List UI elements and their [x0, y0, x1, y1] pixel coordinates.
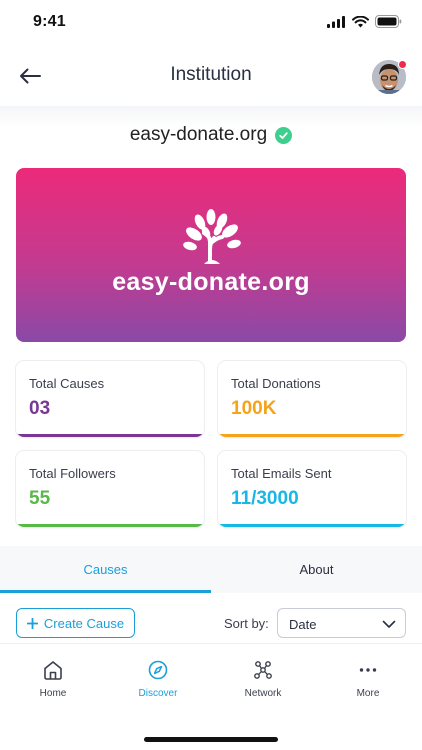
tab-about[interactable]: About	[211, 546, 422, 593]
bottom-nav: Home Discover Network More	[0, 644, 422, 750]
plus-icon	[26, 617, 38, 629]
stat-card-total-donations[interactable]: Total Donations 100K	[218, 361, 406, 437]
compass-icon	[148, 660, 168, 680]
stat-label: Total Followers	[29, 466, 116, 481]
nav-label: Network	[244, 688, 282, 699]
verified-check-icon	[275, 126, 293, 144]
stat-accent-bar	[218, 524, 406, 527]
status-icons	[327, 15, 402, 28]
home-icon	[44, 661, 62, 680]
tree-logo-icon	[183, 209, 241, 264]
stat-card-total-followers[interactable]: Total Followers 55	[16, 451, 204, 527]
banner-org-name: easy-donate.org	[112, 268, 310, 296]
stat-value: 11/3000	[231, 488, 299, 509]
sort-select[interactable]: Date	[277, 608, 406, 638]
network-icon	[254, 661, 272, 679]
stat-label: Total Emails Sent	[231, 466, 332, 481]
stat-card-total-emails-sent[interactable]: Total Emails Sent 11/3000	[218, 451, 406, 527]
more-dots-icon	[359, 668, 377, 672]
org-banner: easy-donate.org	[16, 168, 406, 342]
stat-accent-bar	[218, 434, 406, 437]
nav-discover[interactable]: Discover	[123, 658, 193, 699]
signal-icon	[327, 15, 345, 28]
stat-value: 100K	[231, 398, 277, 419]
status-time: 9:41	[33, 13, 66, 30]
create-cause-button[interactable]: Create Cause	[16, 608, 135, 638]
institution-content[interactable]: easy-donate.org easy-donate.org Total Ca…	[0, 106, 422, 650]
create-cause-label: Create Cause	[43, 615, 125, 631]
sort-label: Sort by:	[224, 616, 269, 631]
nav-home[interactable]: Home	[18, 658, 88, 699]
stat-accent-bar	[16, 434, 204, 437]
stat-accent-bar	[16, 524, 204, 527]
stat-value: 03	[29, 398, 51, 419]
nav-label: Discover	[138, 688, 178, 699]
status-bar: 9:41	[0, 0, 422, 46]
nav-label: More	[356, 688, 380, 699]
sort-selected-value: Date	[289, 617, 317, 632]
home-indicator	[144, 737, 278, 742]
wifi-icon	[352, 15, 369, 27]
chevron-down-icon	[382, 620, 396, 628]
org-name: easy-donate.org	[129, 124, 268, 145]
notification-dot	[398, 60, 407, 69]
stat-label: Total Causes	[29, 376, 105, 391]
nav-label: Home	[39, 688, 67, 699]
stat-card-total-causes[interactable]: Total Causes 03	[16, 361, 204, 437]
stat-value: 55	[29, 488, 51, 509]
page-title: Institution	[170, 64, 252, 85]
stat-label: Total Donations	[231, 376, 321, 391]
battery-icon	[375, 15, 402, 28]
nav-network[interactable]: Network	[228, 658, 298, 699]
app-header: Institution	[0, 46, 422, 106]
tab-causes[interactable]: Causes	[0, 546, 211, 593]
org-name-row: easy-donate.org	[0, 124, 422, 146]
nav-more[interactable]: More	[333, 658, 403, 699]
active-tab-indicator	[0, 590, 211, 593]
content-tabs: Causes About	[0, 546, 422, 593]
